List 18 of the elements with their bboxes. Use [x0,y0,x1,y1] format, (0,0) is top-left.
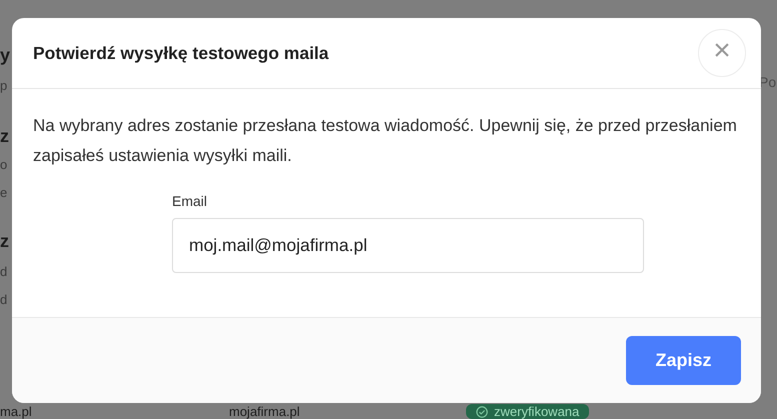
background-heading: z [0,125,9,148]
background-heading: y [0,44,10,67]
check-circle-icon [476,406,488,418]
status-badge: zweryfikowana [466,404,590,419]
background-text: e [0,184,8,202]
modal-title: Potwierdź wysyłkę testowego maila [33,42,329,64]
background-text: o [0,156,8,174]
field-label: Email [172,192,208,211]
background-text: d [0,263,8,281]
email-field[interactable]: moj.mail@mojafirma.pl [172,218,644,273]
close-button[interactable]: × [698,29,746,77]
background-text: p [0,77,8,95]
modal-message: Na wybrany adres zostanie przesłana testowa wiadomość. Upewnij się, że przed przesłaniem zapisałeś ustawienia wysyłki maili. [33,115,738,167]
background-heading: z [0,230,9,253]
background-text: d [0,291,8,309]
save-button[interactable]: Zapisz [626,336,741,385]
table-cell: mojafirma.pl [229,404,300,419]
table-cell: ma.pl [0,404,32,419]
